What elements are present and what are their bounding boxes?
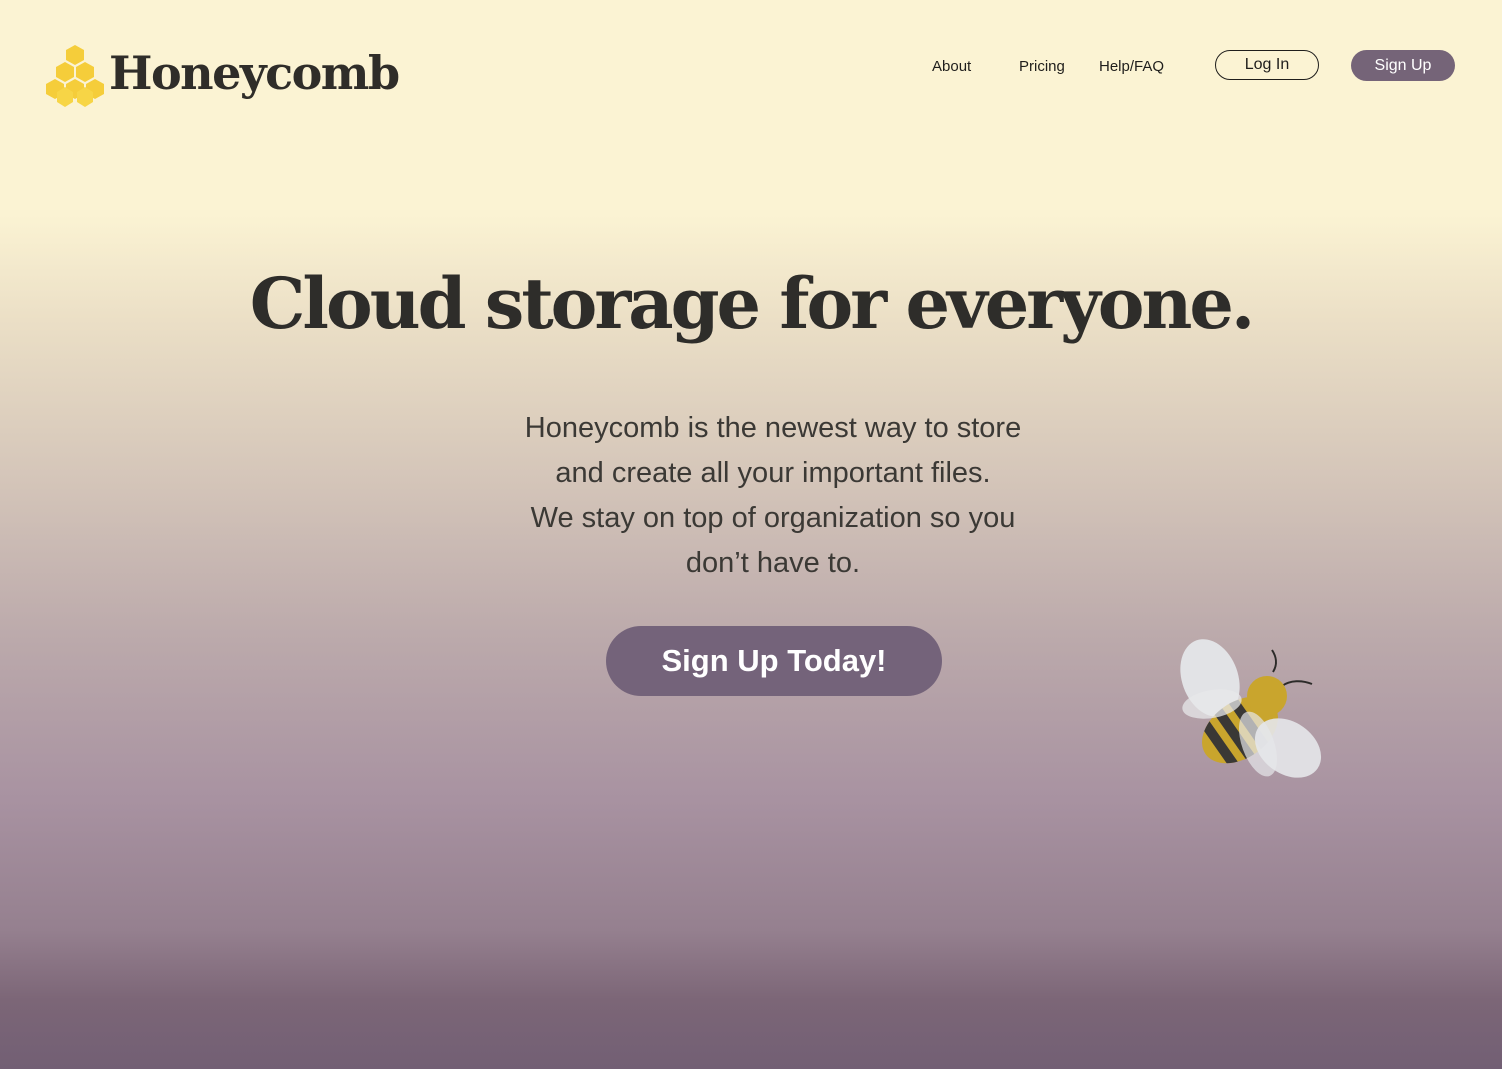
- hero-description: Honeycomb is the newest way to store and…: [470, 406, 1076, 586]
- sign-up-today-button[interactable]: Sign Up Today!: [606, 626, 942, 696]
- hero-description-line: Honeycomb is the newest way to store: [524, 412, 1022, 444]
- hero-description-line: don’t have to.: [685, 547, 861, 579]
- bee-icon: [1180, 639, 1322, 778]
- log-in-button[interactable]: Log In: [1215, 50, 1319, 80]
- brand-logo[interactable]: Honeycomb: [45, 42, 400, 108]
- site-header: Honeycomb About Pricing Help/FAQ Log In …: [0, 0, 1502, 140]
- sign-up-label: Sign Up: [1374, 56, 1432, 74]
- hero-description-line: We stay on top of organization so you: [530, 502, 1016, 534]
- honeycomb-icon: [46, 45, 104, 107]
- log-in-label: Log In: [1244, 56, 1290, 73]
- sign-up-button[interactable]: Sign Up: [1351, 50, 1455, 81]
- cta-label: Sign Up Today!: [661, 643, 887, 678]
- hero-description-line: and create all your important files.: [555, 457, 991, 489]
- nav-link-about[interactable]: About: [932, 58, 971, 75]
- nav-link-pricing[interactable]: Pricing: [1019, 58, 1065, 75]
- brand-name: Honeycomb: [109, 46, 400, 100]
- hero-title: Cloud storage for everyone.: [249, 262, 1256, 345]
- nav-link-help-faq[interactable]: Help/FAQ: [1099, 58, 1164, 75]
